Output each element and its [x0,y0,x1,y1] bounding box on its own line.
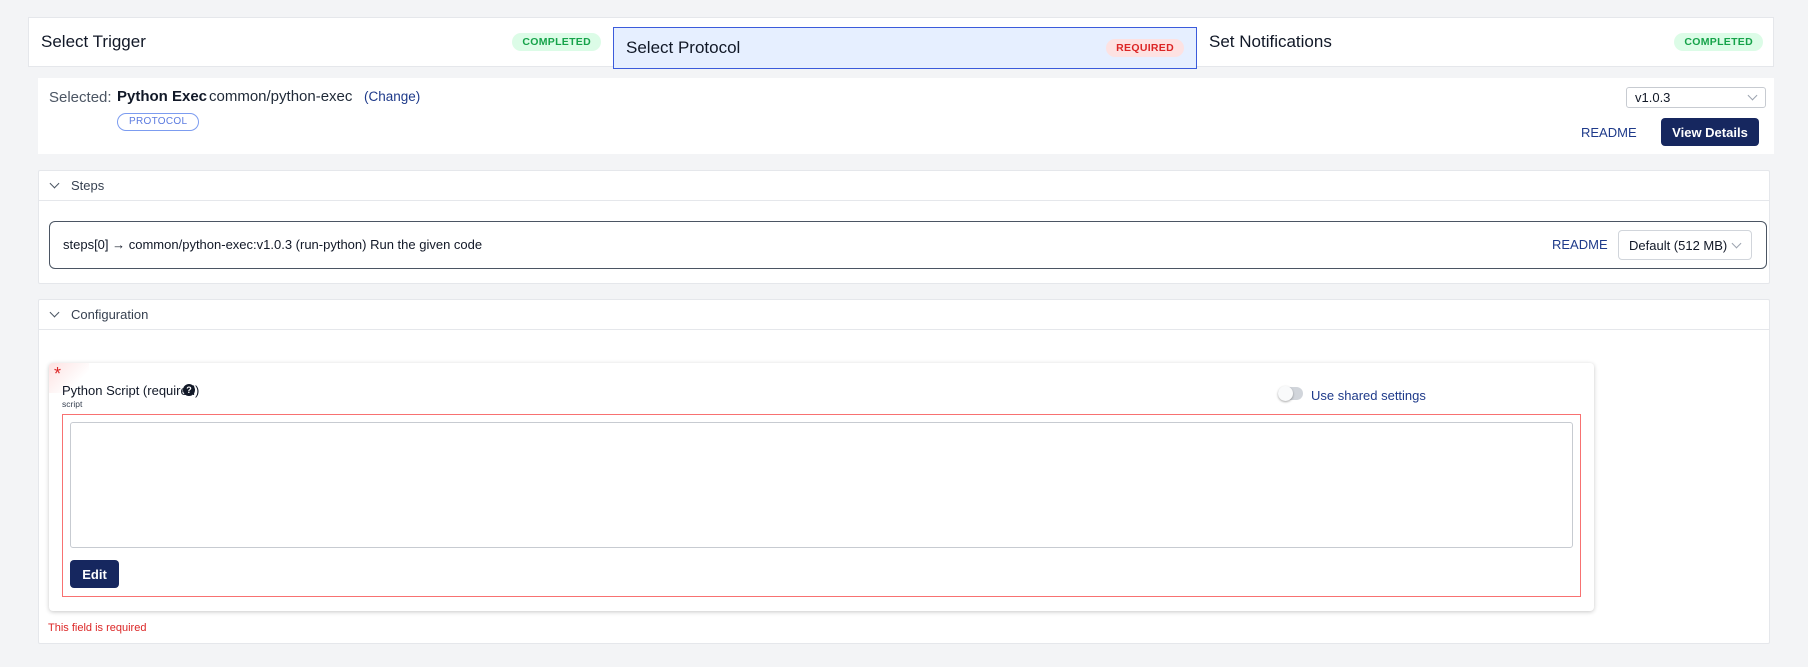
chevron-down-icon [1731,238,1742,249]
field-key: script [62,399,83,409]
step-title: Select Protocol [626,38,741,57]
status-badge-completed: COMPLETED [512,33,601,51]
step-title: Select Trigger [41,32,146,51]
chevron-down-icon [1747,90,1758,101]
version-value: v1.0.3 [1635,90,1671,105]
configuration-panel: Configuration * Python Script (required)… [38,299,1770,644]
step-row: steps[0] → common/python-exec:v1.0.3 (ru… [49,221,1767,269]
shared-settings-toggle[interactable] [1278,386,1303,401]
field-label: Python Script (required) [62,383,200,398]
toggle-knob [1278,386,1293,401]
selected-protocol-header: Selected: Python Exec common/python-exec… [38,78,1774,154]
protocol-type-pill: PROTOCOL [117,113,200,131]
view-details-button[interactable]: View Details [1661,118,1759,146]
step-set-notifications[interactable]: Set Notifications COMPLETED [1197,18,1775,66]
steps-panel-header[interactable]: Steps [39,171,1769,201]
shared-settings-label[interactable]: Use shared settings [1311,388,1426,403]
readme-link[interactable]: README [1581,125,1637,140]
memory-select-value: Default (512 MB) [1629,238,1728,253]
step-title: Set Notifications [1209,32,1332,51]
edit-button[interactable]: Edit [70,560,119,588]
protocol-path: common/python-exec [209,88,353,105]
change-protocol-link[interactable]: (Change) [364,89,420,104]
help-icon[interactable]: ? [183,384,195,396]
script-textarea[interactable] [70,422,1573,548]
chevron-down-icon [49,307,60,318]
protocol-name: Python Exec [117,88,208,105]
script-field-card: * Python Script (required) script ? Use … [49,363,1594,611]
wizard-stepper: Select Trigger COMPLETED Select Protocol… [28,17,1775,69]
status-badge-completed: COMPLETED [1674,33,1763,51]
configuration-panel-header[interactable]: Configuration [39,300,1769,330]
version-select[interactable]: v1.0.3 [1626,87,1766,108]
script-input-error-box: Edit [62,414,1581,597]
configuration-panel-title: Configuration [71,307,149,322]
step-readme-link[interactable]: README [1552,237,1608,252]
step-select-trigger[interactable]: Select Trigger COMPLETED [29,18,613,66]
memory-select[interactable]: Default (512 MB) [1618,230,1752,260]
step-row-text: steps[0] → common/python-exec:v1.0.3 (ru… [63,237,483,252]
step-select-protocol[interactable]: Select Protocol REQUIRED [613,27,1197,69]
steps-panel-title: Steps [71,178,105,193]
steps-panel: Steps steps[0] → common/python-exec:v1.0… [38,170,1770,284]
selected-label: Selected: [49,89,112,106]
status-badge-required: REQUIRED [1106,39,1184,57]
required-asterisk: * [54,364,62,384]
field-error-message: This field is required [48,622,147,634]
chevron-down-icon [49,178,60,189]
